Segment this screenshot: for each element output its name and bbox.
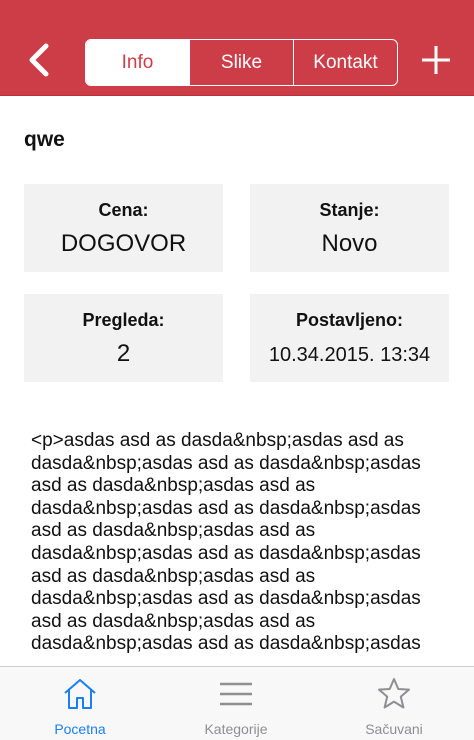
menu-icon xyxy=(220,682,252,706)
listing-title: qwe xyxy=(24,128,65,151)
star-icon xyxy=(378,678,410,709)
home-icon xyxy=(64,679,96,709)
condition-value: Novo xyxy=(321,230,378,257)
plus-icon xyxy=(422,46,450,74)
tab-slike[interactable]: Slike xyxy=(189,40,293,85)
views-value: 2 xyxy=(116,340,131,367)
description-line: asd as dasda&nbsp;asdas asd as xyxy=(31,520,316,542)
listing-description: <p>asdas asd as dasda&nbsp;asdas asd as … xyxy=(31,430,456,656)
views-card: Pregleda: 2 xyxy=(24,294,223,382)
description-line: asd as dasda&nbsp;asdas asd as xyxy=(31,565,316,587)
posted-card: Postavljeno: 10.34.2015. 13:34 xyxy=(250,294,449,382)
price-card: Cena: DOGOVOR xyxy=(24,184,223,272)
description-line: asd as dasda&nbsp;asdas asd as xyxy=(31,475,316,497)
tab-info[interactable]: Info xyxy=(86,40,189,85)
views-label: Pregleda: xyxy=(82,310,165,330)
posted-label: Postavljeno: xyxy=(295,310,404,330)
chevron-left-icon xyxy=(29,43,49,77)
condition-card: Stanje: Novo xyxy=(250,184,449,272)
description-line: dasda&nbsp;asdas asd as dasda&nbsp;asdas xyxy=(31,497,421,519)
description-line: dasda&nbsp;asdas asd as dasda&nbsp;asdas xyxy=(31,588,421,610)
price-value: DOGOVOR xyxy=(60,230,187,257)
tab-sacuvani-label: Sačuvani xyxy=(365,721,423,737)
tab-kontakt[interactable]: Kontakt xyxy=(293,40,397,85)
tab-sacuvani[interactable]: Sačuvani xyxy=(334,667,454,740)
back-button[interactable] xyxy=(22,40,58,80)
description-line: dasda&nbsp;asdas asd as dasda&nbsp;asdas xyxy=(31,452,421,474)
tab-kategorije[interactable]: Kategorije xyxy=(176,667,296,740)
posted-value: 10.34.2015. 13:34 xyxy=(268,344,431,366)
tab-pocetna[interactable]: Pocetna xyxy=(20,667,140,740)
tab-pocetna-label: Pocetna xyxy=(54,721,106,737)
description-line: asd as dasda&nbsp;asdas asd as xyxy=(31,610,316,632)
nav-bar: Info Slike Kontakt xyxy=(0,0,474,96)
bottom-tab-bar: Pocetna Kategorije Sačuvani xyxy=(0,666,474,740)
description-line: <p>asdas asd as dasda&nbsp;asdas asd as xyxy=(31,430,404,451)
description-line: dasda&nbsp;asdas asd as dasda&nbsp;asdas xyxy=(31,633,421,655)
section-segmented-control: Info Slike Kontakt xyxy=(85,39,398,86)
price-label: Cena: xyxy=(98,200,149,220)
add-button[interactable] xyxy=(418,42,454,78)
description-line: dasda&nbsp;asdas asd as dasda&nbsp;asdas xyxy=(31,542,421,564)
condition-label: Stanje: xyxy=(319,200,380,220)
tab-kategorije-label: Kategorije xyxy=(204,721,268,737)
